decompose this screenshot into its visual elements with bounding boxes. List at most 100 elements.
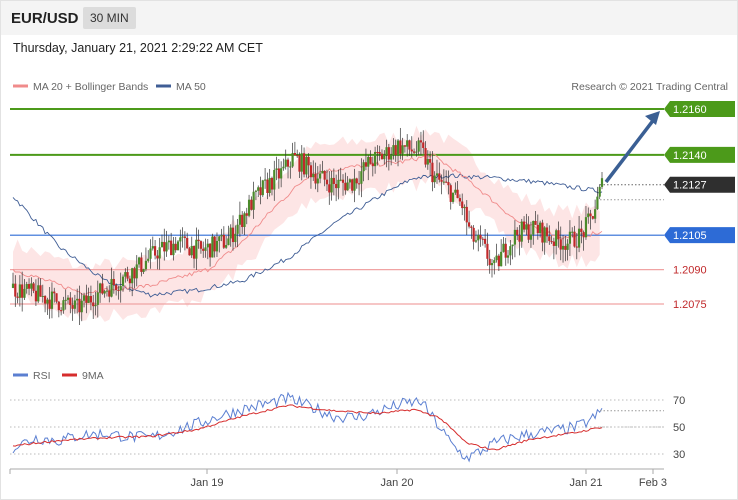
candle-body — [316, 178, 319, 184]
candle-body — [346, 182, 349, 191]
candle-body — [41, 296, 44, 298]
candle-body — [222, 234, 225, 248]
candle-body — [330, 177, 333, 193]
candle-body — [202, 248, 205, 251]
candle-body — [369, 157, 372, 164]
candle-body — [500, 251, 503, 267]
candle-body — [543, 227, 546, 243]
candle-body — [101, 283, 104, 294]
candle-body — [525, 224, 528, 230]
candle-body — [376, 151, 379, 153]
candle-body — [504, 243, 507, 258]
candle-body — [25, 284, 28, 289]
candle-body — [486, 243, 489, 259]
candle-body — [449, 185, 452, 202]
candle-body — [137, 257, 141, 265]
candle-body — [470, 226, 473, 228]
candle-body — [383, 154, 386, 160]
candle-body — [158, 247, 161, 259]
candle-body — [440, 179, 443, 182]
candle-body — [435, 173, 439, 176]
candle-body — [23, 288, 26, 298]
x-axis: Jan 19 Jan 20 Jan 21 Feb 3 — [9, 468, 667, 489]
candle-body — [53, 291, 56, 294]
candle-body — [353, 178, 356, 191]
candle-body — [362, 162, 365, 172]
candle-body — [284, 159, 287, 167]
candle-body — [594, 209, 597, 219]
candle-body — [479, 234, 482, 239]
candle-body — [124, 272, 127, 277]
candle-body — [534, 220, 537, 225]
candle-body — [341, 179, 345, 183]
candle-body — [518, 235, 521, 242]
x-tick-label: Jan 21 — [569, 477, 602, 489]
candle-body — [151, 246, 154, 249]
candle-body — [204, 247, 207, 251]
candle-body — [309, 165, 313, 178]
candle-body — [135, 264, 138, 279]
level-value-1.2105: 1.2105 — [673, 230, 707, 242]
candle-body — [424, 148, 427, 165]
rsi-tick-70: 70 — [673, 395, 685, 407]
candle-body — [176, 241, 180, 251]
candle-body — [445, 181, 448, 183]
candle-body — [48, 299, 51, 309]
candle-body — [227, 238, 230, 246]
legend-rsi-ma-label: 9MA — [82, 370, 104, 382]
candle-body — [108, 290, 111, 297]
candle-body — [266, 179, 269, 193]
candle-body — [401, 145, 404, 154]
candle-body — [552, 241, 555, 246]
candle-body — [32, 283, 35, 291]
candle-body — [259, 187, 262, 196]
candle-body — [293, 153, 296, 156]
candle-body — [245, 213, 248, 216]
candle-body — [231, 227, 235, 243]
candle-body — [564, 245, 567, 250]
candle-body — [332, 177, 335, 184]
rsi-tick-30: 30 — [673, 449, 685, 461]
candle-body — [156, 255, 159, 259]
candle-body — [438, 173, 441, 180]
candle-body — [571, 231, 574, 233]
candle-body — [131, 268, 134, 284]
candle-body — [532, 220, 535, 235]
candle-body — [314, 173, 317, 184]
candle-body — [190, 245, 193, 256]
candle-body — [21, 284, 24, 298]
candle-body — [94, 304, 97, 307]
candle-body — [392, 145, 395, 156]
candle-body — [472, 227, 475, 242]
candle-body — [46, 299, 49, 304]
candle-body — [115, 284, 118, 290]
candle-body — [323, 170, 326, 180]
candle-body — [511, 244, 514, 247]
candle-body — [433, 175, 436, 183]
candle-body — [328, 184, 331, 193]
candle-body — [598, 186, 601, 197]
candle-body — [117, 289, 120, 291]
candle-body — [183, 236, 186, 238]
candle-body — [399, 140, 402, 154]
candle-body — [243, 213, 246, 228]
candle-body — [335, 183, 338, 189]
candle-body — [561, 245, 565, 250]
x-tick-label: Feb 3 — [639, 477, 667, 489]
candle-body — [165, 242, 168, 252]
candle-body — [557, 230, 560, 240]
candle-body — [600, 178, 604, 187]
candle-body — [57, 301, 60, 311]
candle-body — [589, 213, 592, 217]
candle-body — [167, 240, 170, 243]
candle-body — [584, 217, 588, 238]
candle-body — [527, 224, 530, 240]
candle-body — [442, 181, 445, 183]
candle-body — [580, 228, 583, 233]
candle-body — [213, 236, 216, 252]
candle-body — [566, 243, 569, 250]
candle-body — [582, 232, 585, 238]
candle-body — [548, 236, 551, 242]
candle-body — [325, 179, 329, 185]
level-value-1.2140: 1.2140 — [673, 150, 707, 162]
